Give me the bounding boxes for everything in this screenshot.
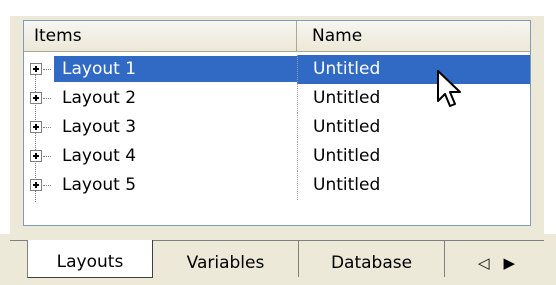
row-item-label: Layout 5 [62,175,137,195]
row-name-value: Untitled [297,55,530,84]
column-header-name[interactable]: Name [297,21,530,51]
tab-database[interactable]: Database [299,241,445,277]
row-name-value: Untitled [297,142,530,171]
tree-row[interactable]: Layout 5 Untitled [24,171,530,200]
list-header: Items Name [24,21,530,52]
row-item-label: Layout 3 [62,117,137,137]
tab-variables[interactable]: Variables [153,241,299,277]
row-name-value: Untitled [297,171,530,200]
tab-scroll-buttons: ◁ ▶ [478,254,515,278]
row-name-value: Untitled [297,84,530,113]
tab-layouts[interactable]: Layouts [27,240,153,278]
mouse-pointer-icon [437,70,461,107]
expand-plus-icon[interactable] [30,121,42,133]
expand-plus-icon[interactable] [30,150,42,162]
scroll-right-icon[interactable]: ▶ [504,254,516,278]
tree-row[interactable]: Layout 3 Untitled [24,113,530,142]
row-item-label: Layout 4 [62,146,137,166]
scroll-left-icon[interactable]: ◁ [478,254,490,278]
expand-plus-icon[interactable] [30,63,42,75]
layout-list-panel: Items Name Layout 1 Untitled Layout 2 Un… [23,20,531,226]
tree-row[interactable]: Layout 4 Untitled [24,142,530,171]
row-item-label: Layout 2 [62,88,137,108]
expand-plus-icon[interactable] [30,179,42,191]
column-header-items[interactable]: Items [24,21,297,51]
row-item-label: Layout 1 [54,56,297,82]
row-name-value: Untitled [297,113,530,142]
expand-plus-icon[interactable] [30,92,42,104]
